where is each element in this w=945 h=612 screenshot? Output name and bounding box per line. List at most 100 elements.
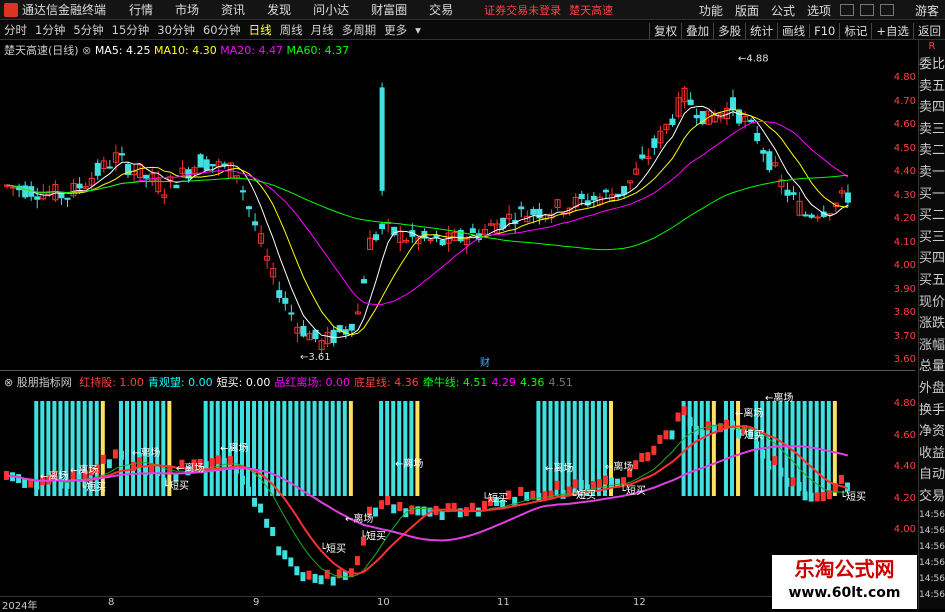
side-panel-item[interactable]: 卖三 <box>919 119 945 141</box>
buy-marker: └短买 <box>738 429 764 442</box>
multi-stock-button[interactable]: 多股 <box>713 22 745 39</box>
indicator-block <box>633 460 639 470</box>
period-60min[interactable]: 60分钟 <box>199 22 245 38</box>
add-watchlist-button[interactable]: +自选 <box>871 22 913 39</box>
menu-discover[interactable]: 发现 <box>256 1 302 18</box>
indicator-block <box>602 475 608 485</box>
candle-body <box>687 99 694 106</box>
adjust-button[interactable]: 复权 <box>649 22 681 39</box>
period-monthly[interactable]: 月线 <box>307 22 338 38</box>
side-panel-item[interactable]: 买四 <box>919 248 945 270</box>
side-panel-item[interactable]: 换手 <box>919 400 945 422</box>
signal-column <box>312 401 317 496</box>
indicator-block <box>306 570 312 580</box>
indicator-block <box>294 566 300 576</box>
menu-formula[interactable]: 公式 <box>765 2 801 19</box>
settings-icon[interactable]: ⊗ <box>82 44 91 57</box>
indicator-value: 牵牛线: 4.51 <box>422 376 488 389</box>
back-button[interactable]: 返回 <box>913 22 945 39</box>
side-panel-item[interactable]: 买二 <box>919 205 945 227</box>
guest-label[interactable]: 游客 <box>909 2 945 19</box>
side-panel-item[interactable]: 卖二 <box>919 140 945 162</box>
side-panel-item[interactable]: 14:56 <box>919 523 945 539</box>
indicator-tick: 4.80 <box>893 398 916 409</box>
stats-button[interactable]: 统计 <box>745 22 777 39</box>
menu-quotes[interactable]: 行情 <box>118 1 164 18</box>
draw-line-button[interactable]: 画线 <box>777 22 809 39</box>
period-daily[interactable]: 日线 <box>245 22 276 38</box>
indicator-block <box>572 479 578 489</box>
side-toggle-button[interactable]: R <box>919 40 945 54</box>
indicator-value: 底星线: 4.36 <box>354 376 419 389</box>
leave-marker: ←离场 <box>345 512 373 525</box>
menu-function[interactable]: 功能 <box>693 2 729 19</box>
side-panel-item[interactable]: 卖一 <box>919 162 945 184</box>
period-15min[interactable]: 15分钟 <box>108 22 154 38</box>
candle-body <box>282 297 289 304</box>
menu-options[interactable]: 选项 <box>801 2 837 19</box>
mark-button[interactable]: 标记 <box>839 22 871 39</box>
period-intraday[interactable]: 分时 <box>0 22 31 38</box>
side-panel-item[interactable]: 卖五 <box>919 76 945 98</box>
side-panel-item[interactable]: 14:56 <box>919 507 945 523</box>
maximize-icon[interactable] <box>859 4 874 16</box>
period-1min[interactable]: 1分钟 <box>31 22 69 38</box>
stock-name-header: 楚天高速 <box>569 3 614 17</box>
candle-body <box>64 197 71 200</box>
side-panel-item[interactable]: 净资 <box>919 421 945 443</box>
side-panel-item[interactable]: 委比 <box>919 54 945 76</box>
candle-body <box>518 206 525 210</box>
signal-column <box>397 401 402 496</box>
indicator-block <box>475 507 481 517</box>
side-panel-item[interactable]: 现价 <box>919 292 945 314</box>
candle-body <box>784 189 791 196</box>
side-panel-item[interactable]: 14:56 <box>919 539 945 555</box>
side-panel-item[interactable]: 收益 <box>919 443 945 465</box>
indicator-block <box>155 467 161 477</box>
indicator-settings-icon[interactable]: ⊗ <box>4 376 13 389</box>
indicator-block <box>288 557 294 567</box>
menu-ask[interactable]: 问小达 <box>302 1 360 18</box>
period-5min[interactable]: 5分钟 <box>69 22 107 38</box>
menu-news[interactable]: 资讯 <box>210 1 256 18</box>
side-panel-item[interactable]: 14:56 <box>919 555 945 571</box>
candlestick-svg[interactable]: ←4.88 ←3.61 财 <box>0 40 915 370</box>
signal-column <box>681 401 686 496</box>
side-panel-item[interactable]: 买三 <box>919 227 945 249</box>
signal-column <box>391 401 396 496</box>
price-tick: 4.00 <box>893 260 916 271</box>
f10-button[interactable]: F10 <box>809 23 839 38</box>
side-panel-item[interactable]: 买一 <box>919 184 945 206</box>
minimize-icon[interactable] <box>839 4 854 16</box>
side-panel-item[interactable]: 自动 <box>919 464 945 486</box>
menu-layout[interactable]: 版面 <box>729 2 765 19</box>
finance-marker[interactable]: 财 <box>480 356 490 369</box>
side-panel-item[interactable]: 卖四 <box>919 97 945 119</box>
chevron-down-icon[interactable]: ▾ <box>411 23 425 37</box>
buy-marker: └短买 <box>840 490 866 503</box>
period-30min[interactable]: 30分钟 <box>153 22 199 38</box>
period-multi[interactable]: 多周期 <box>338 22 381 38</box>
candlestick-chart[interactable]: ←4.88 ←3.61 财 楚天高速(日线) ⊗ MA5: 4.25 MA10: 4… <box>0 40 915 370</box>
indicator-block <box>397 501 403 511</box>
side-panel-item[interactable]: 外盘 <box>919 378 945 400</box>
side-panel-item[interactable]: 涨跌 <box>919 313 945 335</box>
menu-trade[interactable]: 交易 <box>418 1 464 18</box>
overlay-button[interactable]: 叠加 <box>681 22 713 39</box>
menu-wealth[interactable]: 财富圈 <box>360 1 418 18</box>
candle-body <box>252 221 259 226</box>
period-more[interactable]: 更多 <box>380 22 411 38</box>
side-panel-item[interactable]: 涨幅 <box>919 335 945 357</box>
candle-body <box>639 154 646 159</box>
side-panel-item[interactable]: 14:56 <box>919 571 945 587</box>
side-panel-item[interactable]: 总量 <box>919 356 945 378</box>
side-panel-item[interactable]: 买五 <box>919 270 945 292</box>
period-weekly[interactable]: 周线 <box>276 22 307 38</box>
side-panel-item[interactable]: 14:56 <box>919 587 945 603</box>
side-panel-item[interactable]: 交易 <box>919 486 945 508</box>
menu-market[interactable]: 市场 <box>164 1 210 18</box>
price-tick: 4.40 <box>893 166 916 177</box>
ma20-label: MA20: 4.47 <box>220 44 283 57</box>
close-icon[interactable] <box>879 4 894 16</box>
login-notice[interactable]: 证券交易未登录 <box>484 2 561 18</box>
